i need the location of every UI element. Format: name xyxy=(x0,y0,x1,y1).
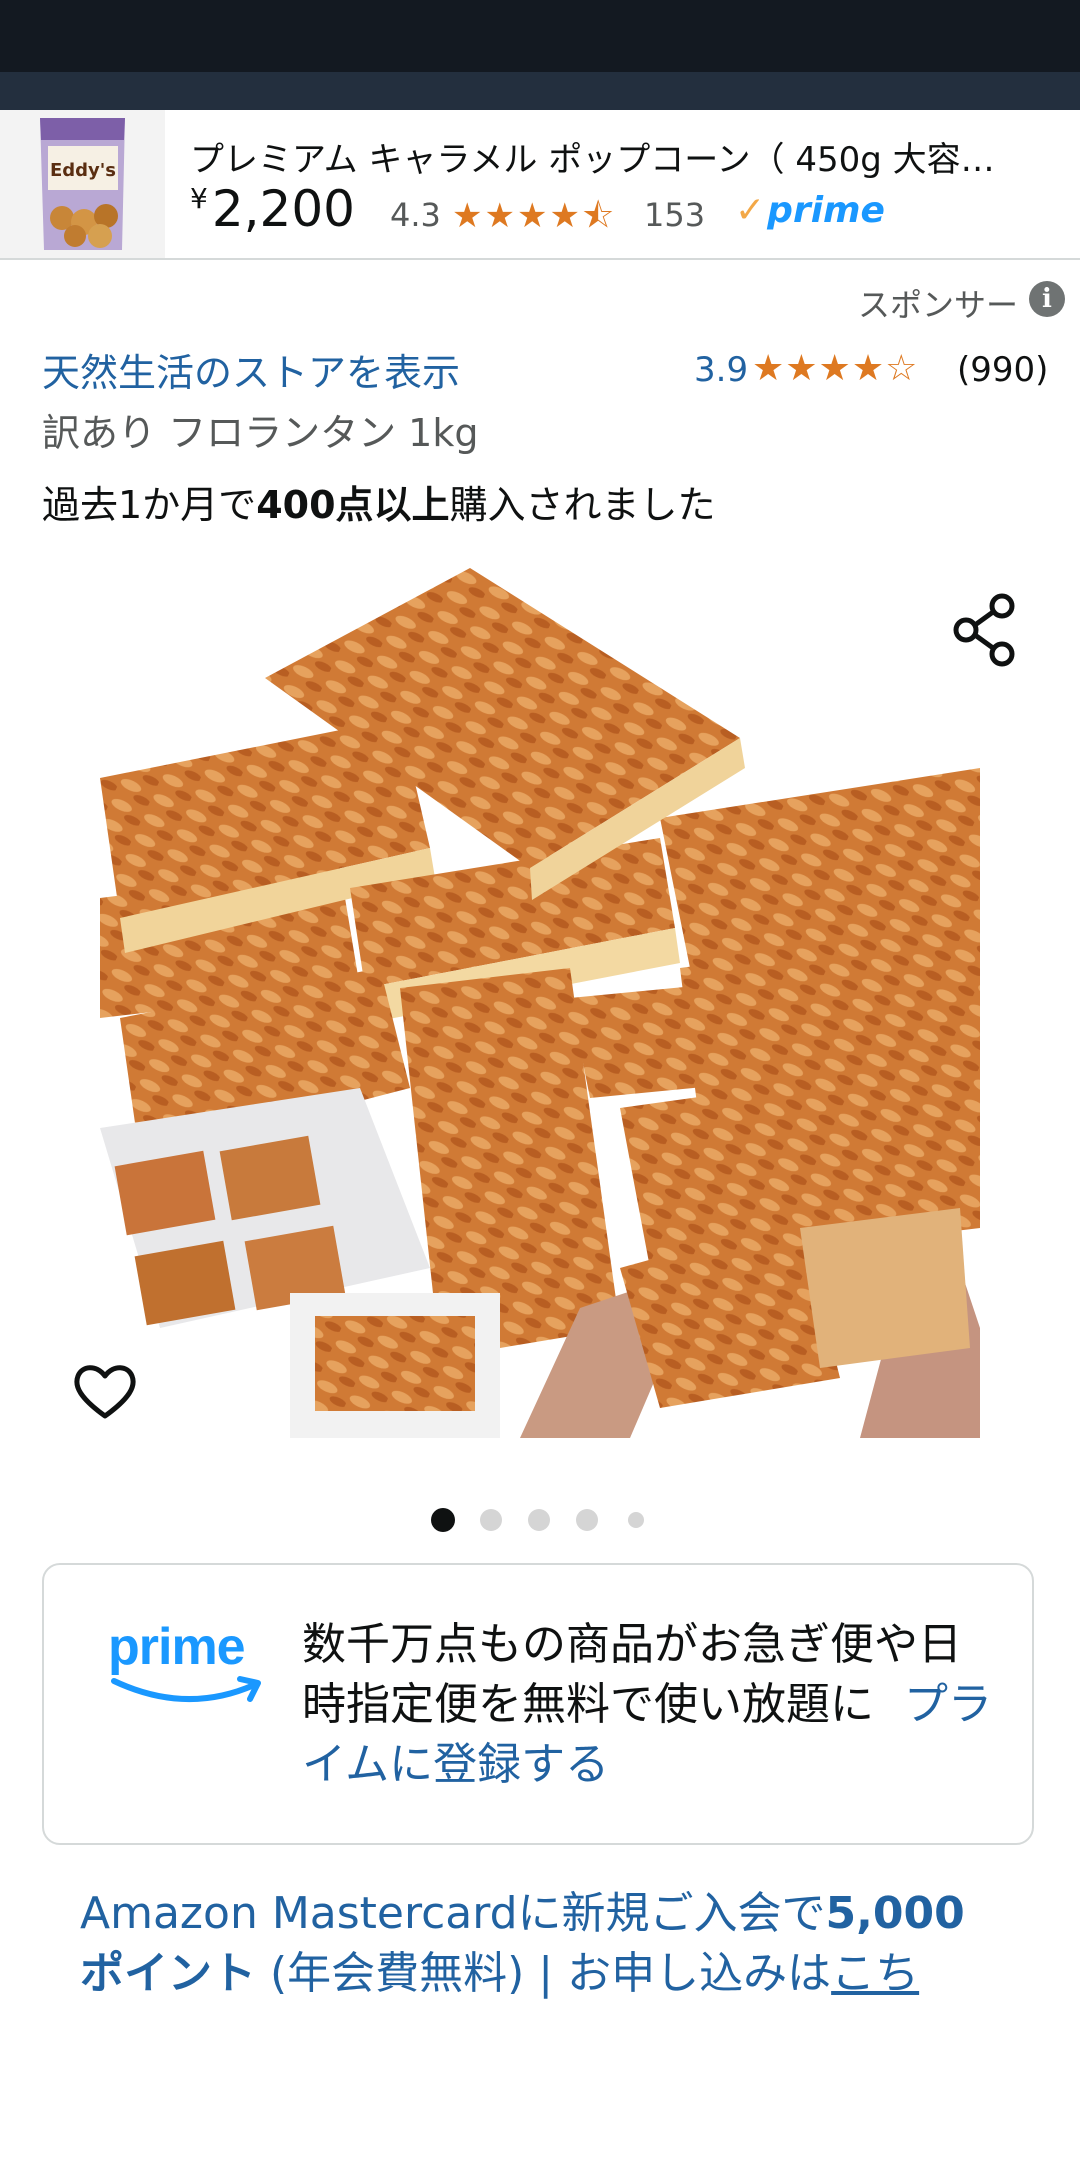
prime-logo: prime xyxy=(108,1617,268,1717)
prime-badge-label: prime xyxy=(767,190,885,231)
product-title: 訳あり フロランタン 1kg xyxy=(42,411,479,455)
mastercard-points-unit: ポイント xyxy=(80,1948,256,1999)
carousel-dot[interactable] xyxy=(576,1509,598,1531)
prime-promo-text: 数千万点もの商品がお急ぎ便や日時指定便を無料で使い放題に プライムに登録する xyxy=(302,1615,992,1795)
sponsored-label: スポンサー xyxy=(857,286,1018,324)
carousel-dot[interactable] xyxy=(628,1512,644,1528)
app-header-band xyxy=(0,72,1080,110)
mastercard-apply-link[interactable]: こち xyxy=(831,1948,919,1999)
prime-badge: ✓prime xyxy=(735,190,885,231)
product-star-rating[interactable]: ★★★★☆ xyxy=(752,348,918,389)
mastercard-promo[interactable]: Amazon Mastercardに新規ご入会で5,000 ポイント (年会費無… xyxy=(80,1884,1020,2004)
mastercard-line-2-text: (年会費無料) | お申し込みは xyxy=(256,1948,832,1999)
prime-promo-message: 数千万点もの商品がお急ぎ便や日時指定便を無料で使い放題に xyxy=(302,1619,962,1730)
carousel-dot[interactable] xyxy=(528,1509,550,1531)
sponsored-product-bar[interactable]: Eddy's プレミアム キャラメル ポップコーン（ 450g 大容… ¥2,2… xyxy=(0,110,1080,260)
mastercard-line-1-text: Amazon Mastercardに新規ご入会で xyxy=(80,1888,826,1939)
prime-promo-card[interactable]: prime 数千万点もの商品がお急ぎ便や日時指定便を無料で使い放題に プライムに登… xyxy=(42,1563,1034,1845)
sponsored-product-title[interactable]: プレミアム キャラメル ポップコーン（ 450g 大容… xyxy=(190,132,1050,181)
mastercard-line-2: ポイント (年会費無料) | お申し込みはこち xyxy=(80,1944,1020,2004)
sponsored-rating-value: 4.3 xyxy=(390,196,441,234)
wishlist-heart-icon[interactable] xyxy=(70,1356,140,1426)
sponsored-product-price: ¥2,200 xyxy=(190,180,355,238)
carousel-dot[interactable] xyxy=(480,1509,502,1531)
product-review-count[interactable]: (990) xyxy=(957,350,1048,390)
mastercard-points: 5,000 xyxy=(825,1888,965,1939)
purchase-suffix: 購入されました xyxy=(449,483,716,527)
price-value: 2,200 xyxy=(211,180,355,238)
svg-text:Eddy's: Eddy's xyxy=(50,160,116,181)
share-icon[interactable] xyxy=(952,590,1018,670)
purchase-count-text: 過去1か月で400点以上購入されました xyxy=(42,474,716,529)
purchase-count: 400点以上 xyxy=(256,483,450,527)
status-bar xyxy=(0,0,1080,72)
sponsored-product-thumbnail[interactable]: Eddy's xyxy=(0,110,165,258)
half-star-icon: ⯪ xyxy=(581,196,617,236)
product-rating-value[interactable]: 3.9 xyxy=(694,350,748,390)
prime-check-icon: ✓ xyxy=(735,190,766,231)
mastercard-line-1: Amazon Mastercardに新規ご入会で5,000 xyxy=(80,1884,1020,1944)
prime-smile-icon xyxy=(111,1676,261,1703)
sponsored-star-rating: ★★★★⯪ xyxy=(452,192,616,249)
product-image[interactable] xyxy=(100,568,980,1438)
store-link[interactable]: 天然生活のストアを表示 xyxy=(42,342,460,397)
info-icon[interactable]: i xyxy=(1029,281,1065,317)
prime-logo-text: prime xyxy=(108,1618,246,1676)
image-carousel-indicator xyxy=(0,1506,1080,1536)
currency-symbol: ¥ xyxy=(190,182,208,215)
purchase-prefix: 過去1か月で xyxy=(42,483,257,527)
carousel-dot-active[interactable] xyxy=(431,1508,455,1532)
sponsored-review-count: 153 xyxy=(644,196,706,234)
